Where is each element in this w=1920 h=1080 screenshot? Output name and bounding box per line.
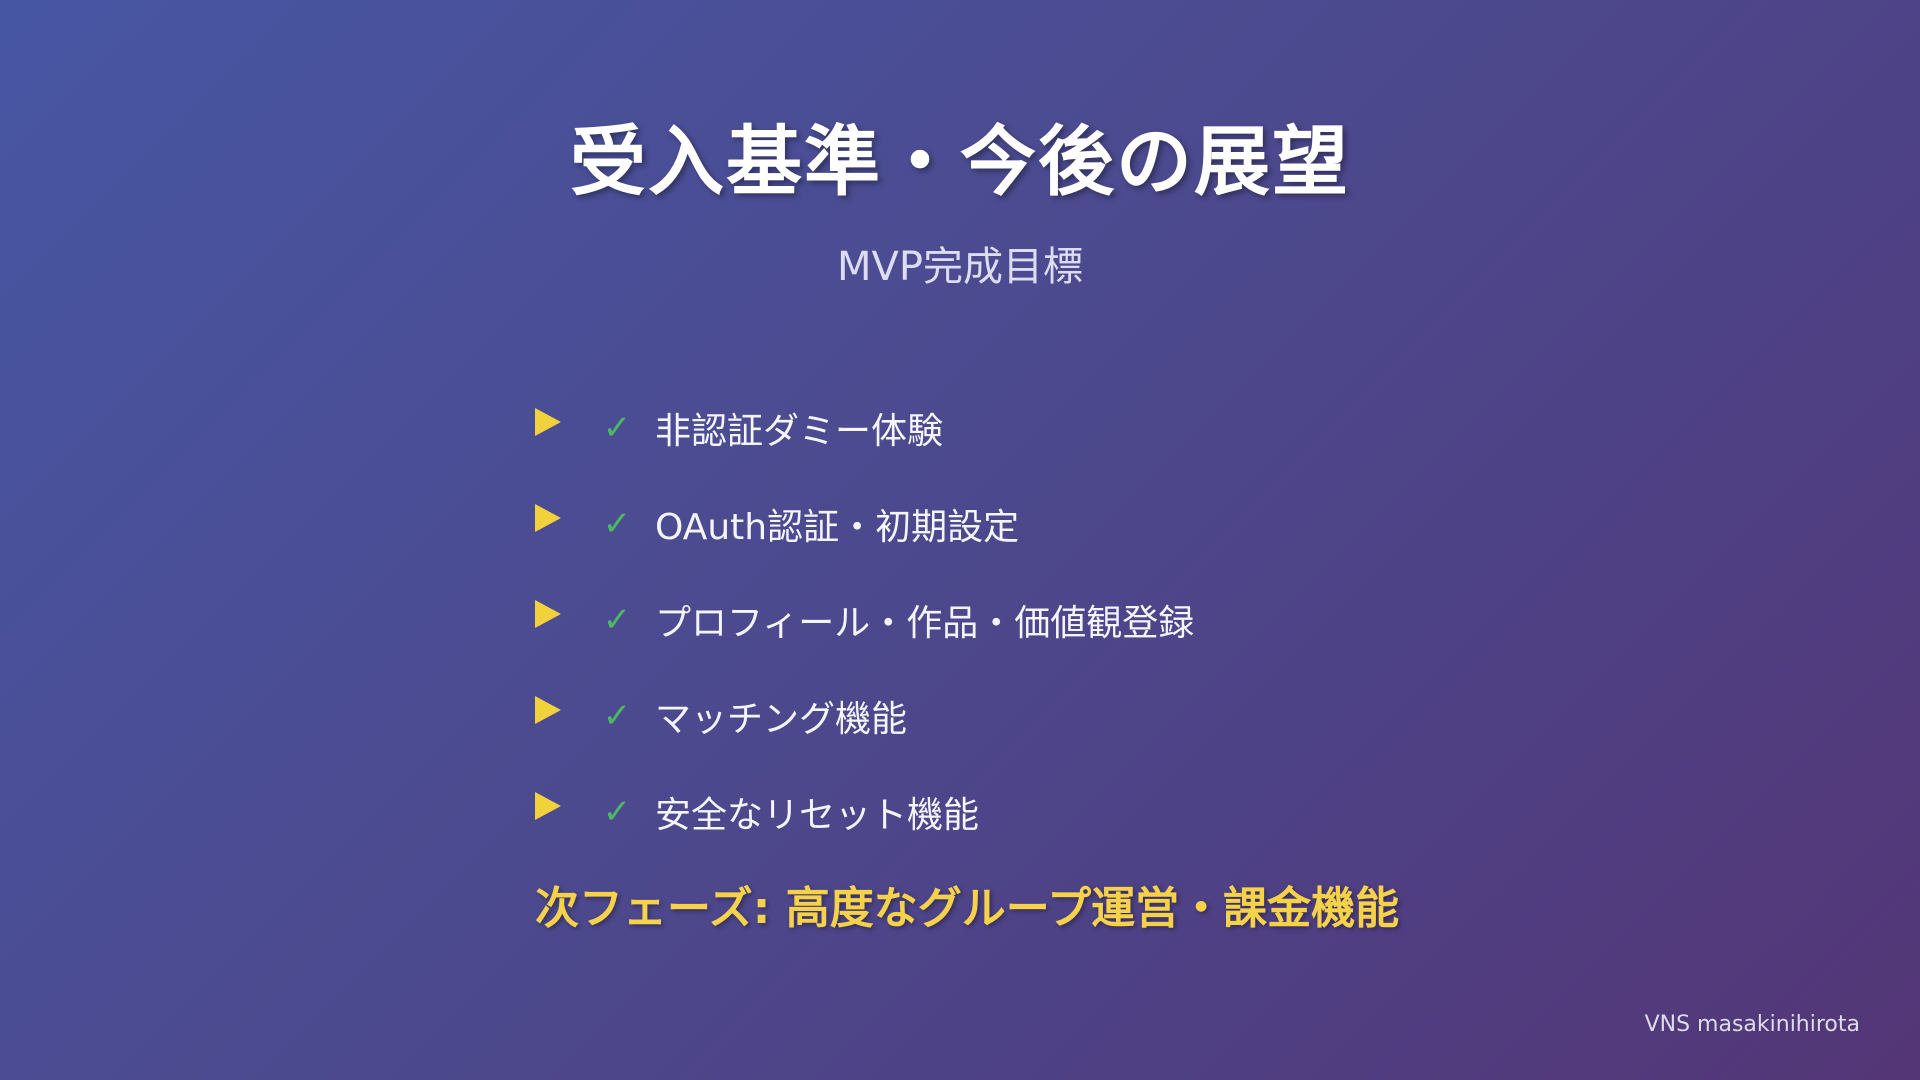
list-item-label: 安全なリセット機能 (655, 795, 980, 836)
check-icon: ✓ (602, 408, 632, 448)
author-credit: VNS masakinihirota (1644, 1012, 1860, 1037)
check-icon: ✓ (602, 696, 632, 736)
play-triangle-icon (535, 600, 561, 628)
list-item: ✓ 安全なリセット機能 (535, 764, 1535, 860)
play-triangle-icon (535, 696, 561, 724)
list-item-label: プロフィール・作品・価値観登録 (655, 603, 1195, 644)
list-item: ✓ OAuth認証・初期設定 (535, 476, 1535, 572)
slide: 受入基準・今後の展望 MVP完成目標 ✓ 非認証ダミー体験 ✓ OAuth認証・… (0, 0, 1920, 1080)
list-item-label: OAuth認証・初期設定 (655, 507, 1020, 548)
check-icon: ✓ (602, 792, 632, 832)
slide-subtitle: MVP完成目標 (837, 244, 1083, 290)
list-item: ✓ プロフィール・作品・価値観登録 (535, 572, 1535, 668)
check-icon: ✓ (602, 600, 632, 640)
next-phase-note: 次フェーズ: 高度なグループ運営・課金機能 (535, 883, 1400, 934)
play-triangle-icon (535, 408, 561, 436)
list-item-label: 非認証ダミー体験 (655, 411, 944, 452)
check-icon: ✓ (602, 504, 632, 544)
list-item: ✓ 非認証ダミー体験 (535, 380, 1535, 476)
play-triangle-icon (535, 792, 561, 820)
list-item-label: マッチング機能 (655, 699, 908, 740)
list-item: ✓ マッチング機能 (535, 668, 1535, 764)
acceptance-criteria-list: ✓ 非認証ダミー体験 ✓ OAuth認証・初期設定 ✓ プロフィール・作品・価値… (535, 380, 1535, 860)
play-triangle-icon (535, 504, 561, 532)
slide-title: 受入基準・今後の展望 (570, 117, 1350, 206)
